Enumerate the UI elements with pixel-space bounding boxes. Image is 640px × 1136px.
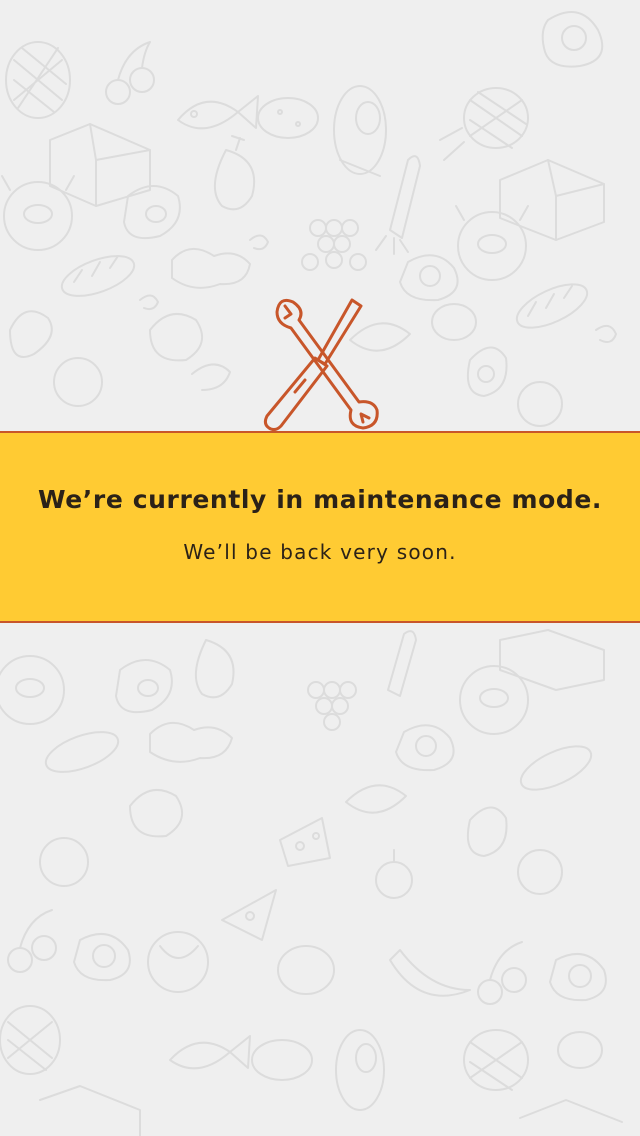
lemon-doodle-lower: [557, 1031, 603, 1069]
bread-doodle-lower-right: [519, 745, 593, 791]
ham-doodle-lower: [277, 945, 335, 995]
potato-doodle-lower: [251, 1039, 313, 1081]
sausage-doodle: [9, 310, 53, 358]
bread-doodle-right: [515, 283, 589, 329]
pineapple-doodle-lower: [0, 1005, 61, 1075]
carton-doodle-bottom-right: [519, 1099, 623, 1123]
pineapple-doodle-lower-right: [463, 1029, 529, 1091]
chicken-leg-doodle: [214, 135, 256, 211]
banana-doodle: [389, 949, 471, 997]
pear-doodle: [149, 312, 204, 362]
avocado-doodle: [466, 346, 508, 397]
cherry-doodle-lower: [7, 909, 57, 973]
pear-doodle-lower: [129, 788, 184, 838]
milk-carton-doodle-right: [499, 159, 605, 241]
carrot-doodle: [375, 155, 421, 255]
lemon-doodle: [431, 303, 477, 341]
grapes-doodle-lower: [307, 681, 357, 731]
carrot-doodle-lower: [387, 630, 417, 697]
maintenance-banner: We’re currently in maintenance mode. We’…: [0, 431, 640, 623]
cheese-doodle: [279, 817, 331, 867]
pig-doodle-lower: [0, 655, 65, 725]
wrench-shape: [275, 298, 379, 430]
onion-doodle: [375, 849, 413, 899]
lettuce-doodle: [171, 248, 251, 289]
orange-doodle: [53, 357, 103, 407]
maintenance-subtitle: We’ll be back very soon.: [183, 540, 457, 564]
steak-doodle: [123, 185, 181, 240]
potato-doodle: [257, 97, 319, 139]
pineapple-doodle: [5, 41, 71, 119]
ham-doodle-lower-2: [335, 1029, 385, 1111]
egg-doodle-lower-right: [549, 952, 607, 1002]
wrench-screwdriver-icon: [243, 292, 397, 435]
egg-doodle-lower-2: [73, 932, 131, 982]
pizza-slice-doodle: [221, 889, 277, 941]
avocado-doodle-lower: [466, 806, 508, 857]
fish-doodle-lower: [345, 784, 407, 814]
carton-doodle-lower: [499, 629, 605, 691]
bread-doodle: [60, 255, 136, 297]
cherry-doodle: [105, 41, 155, 105]
fish-doodle-lower-2: [169, 1035, 251, 1070]
round-fruit-doodle-lower: [517, 849, 563, 895]
grapes-doodle: [301, 219, 367, 271]
cabbage-doodle: [147, 931, 209, 993]
carton-doodle-bottom: [39, 1085, 141, 1136]
egg-doodle-lower: [395, 724, 455, 772]
round-fruit-doodle: [517, 381, 563, 427]
orange-doodle-lower: [39, 837, 89, 887]
bread-doodle-lower: [44, 731, 120, 773]
fish-doodle: [177, 95, 259, 130]
pig-doodle-right: [455, 205, 529, 281]
pineapple-doodle-right: [439, 87, 529, 161]
lettuce-doodle-lower: [149, 722, 233, 763]
egg-doodle: [541, 11, 604, 68]
fried-egg-doodle: [399, 254, 459, 302]
ham-doodle: [333, 85, 387, 177]
milk-carton-doodle: [49, 123, 151, 207]
pig-doodle: [1, 175, 75, 251]
shrimp-doodle: [191, 363, 231, 391]
chicken-leg-doodle-lower: [195, 639, 235, 699]
cherry-doodle-lower-right: [477, 941, 527, 1005]
maintenance-title: We’re currently in maintenance mode.: [37, 485, 603, 514]
steak-doodle-lower: [115, 659, 173, 714]
